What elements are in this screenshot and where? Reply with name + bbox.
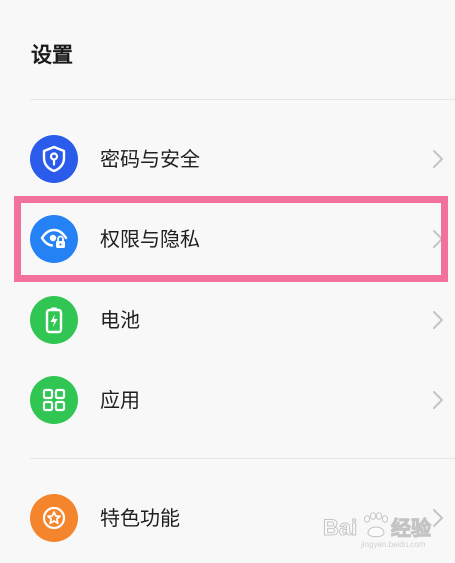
baidu-watermark-logo: Bai 经验 jingyan.baidu.com xyxy=(323,512,432,549)
settings-item-permissions-privacy[interactable]: 权限与隐私 xyxy=(0,199,455,279)
chevron-right-icon xyxy=(433,311,443,329)
svg-text:jingyan.baidu.com: jingyan.baidu.com xyxy=(360,540,426,549)
chevron-right-icon xyxy=(433,230,443,248)
divider xyxy=(30,99,455,100)
settings-item-label: 权限与隐私 xyxy=(100,227,200,251)
eye-privacy-icon xyxy=(30,215,78,263)
settings-item-password-security[interactable]: 密码与安全 xyxy=(0,119,455,199)
settings-item-label: 特色功能 xyxy=(100,506,180,530)
divider xyxy=(30,458,455,459)
settings-item-battery[interactable]: 电池 xyxy=(0,280,455,360)
settings-item-label: 密码与安全 xyxy=(100,147,200,171)
shield-lock-icon xyxy=(30,135,78,183)
battery-icon xyxy=(30,296,78,344)
chevron-right-icon xyxy=(433,391,443,409)
page-title: 设置 xyxy=(31,43,73,67)
svg-text:Bai: Bai xyxy=(323,515,357,540)
settings-item-apps[interactable]: 应用 xyxy=(0,360,455,440)
settings-item-label: 电池 xyxy=(100,308,140,332)
chevron-right-icon xyxy=(433,150,443,168)
star-icon xyxy=(30,494,78,542)
app-grid-icon xyxy=(30,376,78,424)
svg-text:经验: 经验 xyxy=(391,516,431,540)
settings-item-label: 应用 xyxy=(100,388,140,412)
